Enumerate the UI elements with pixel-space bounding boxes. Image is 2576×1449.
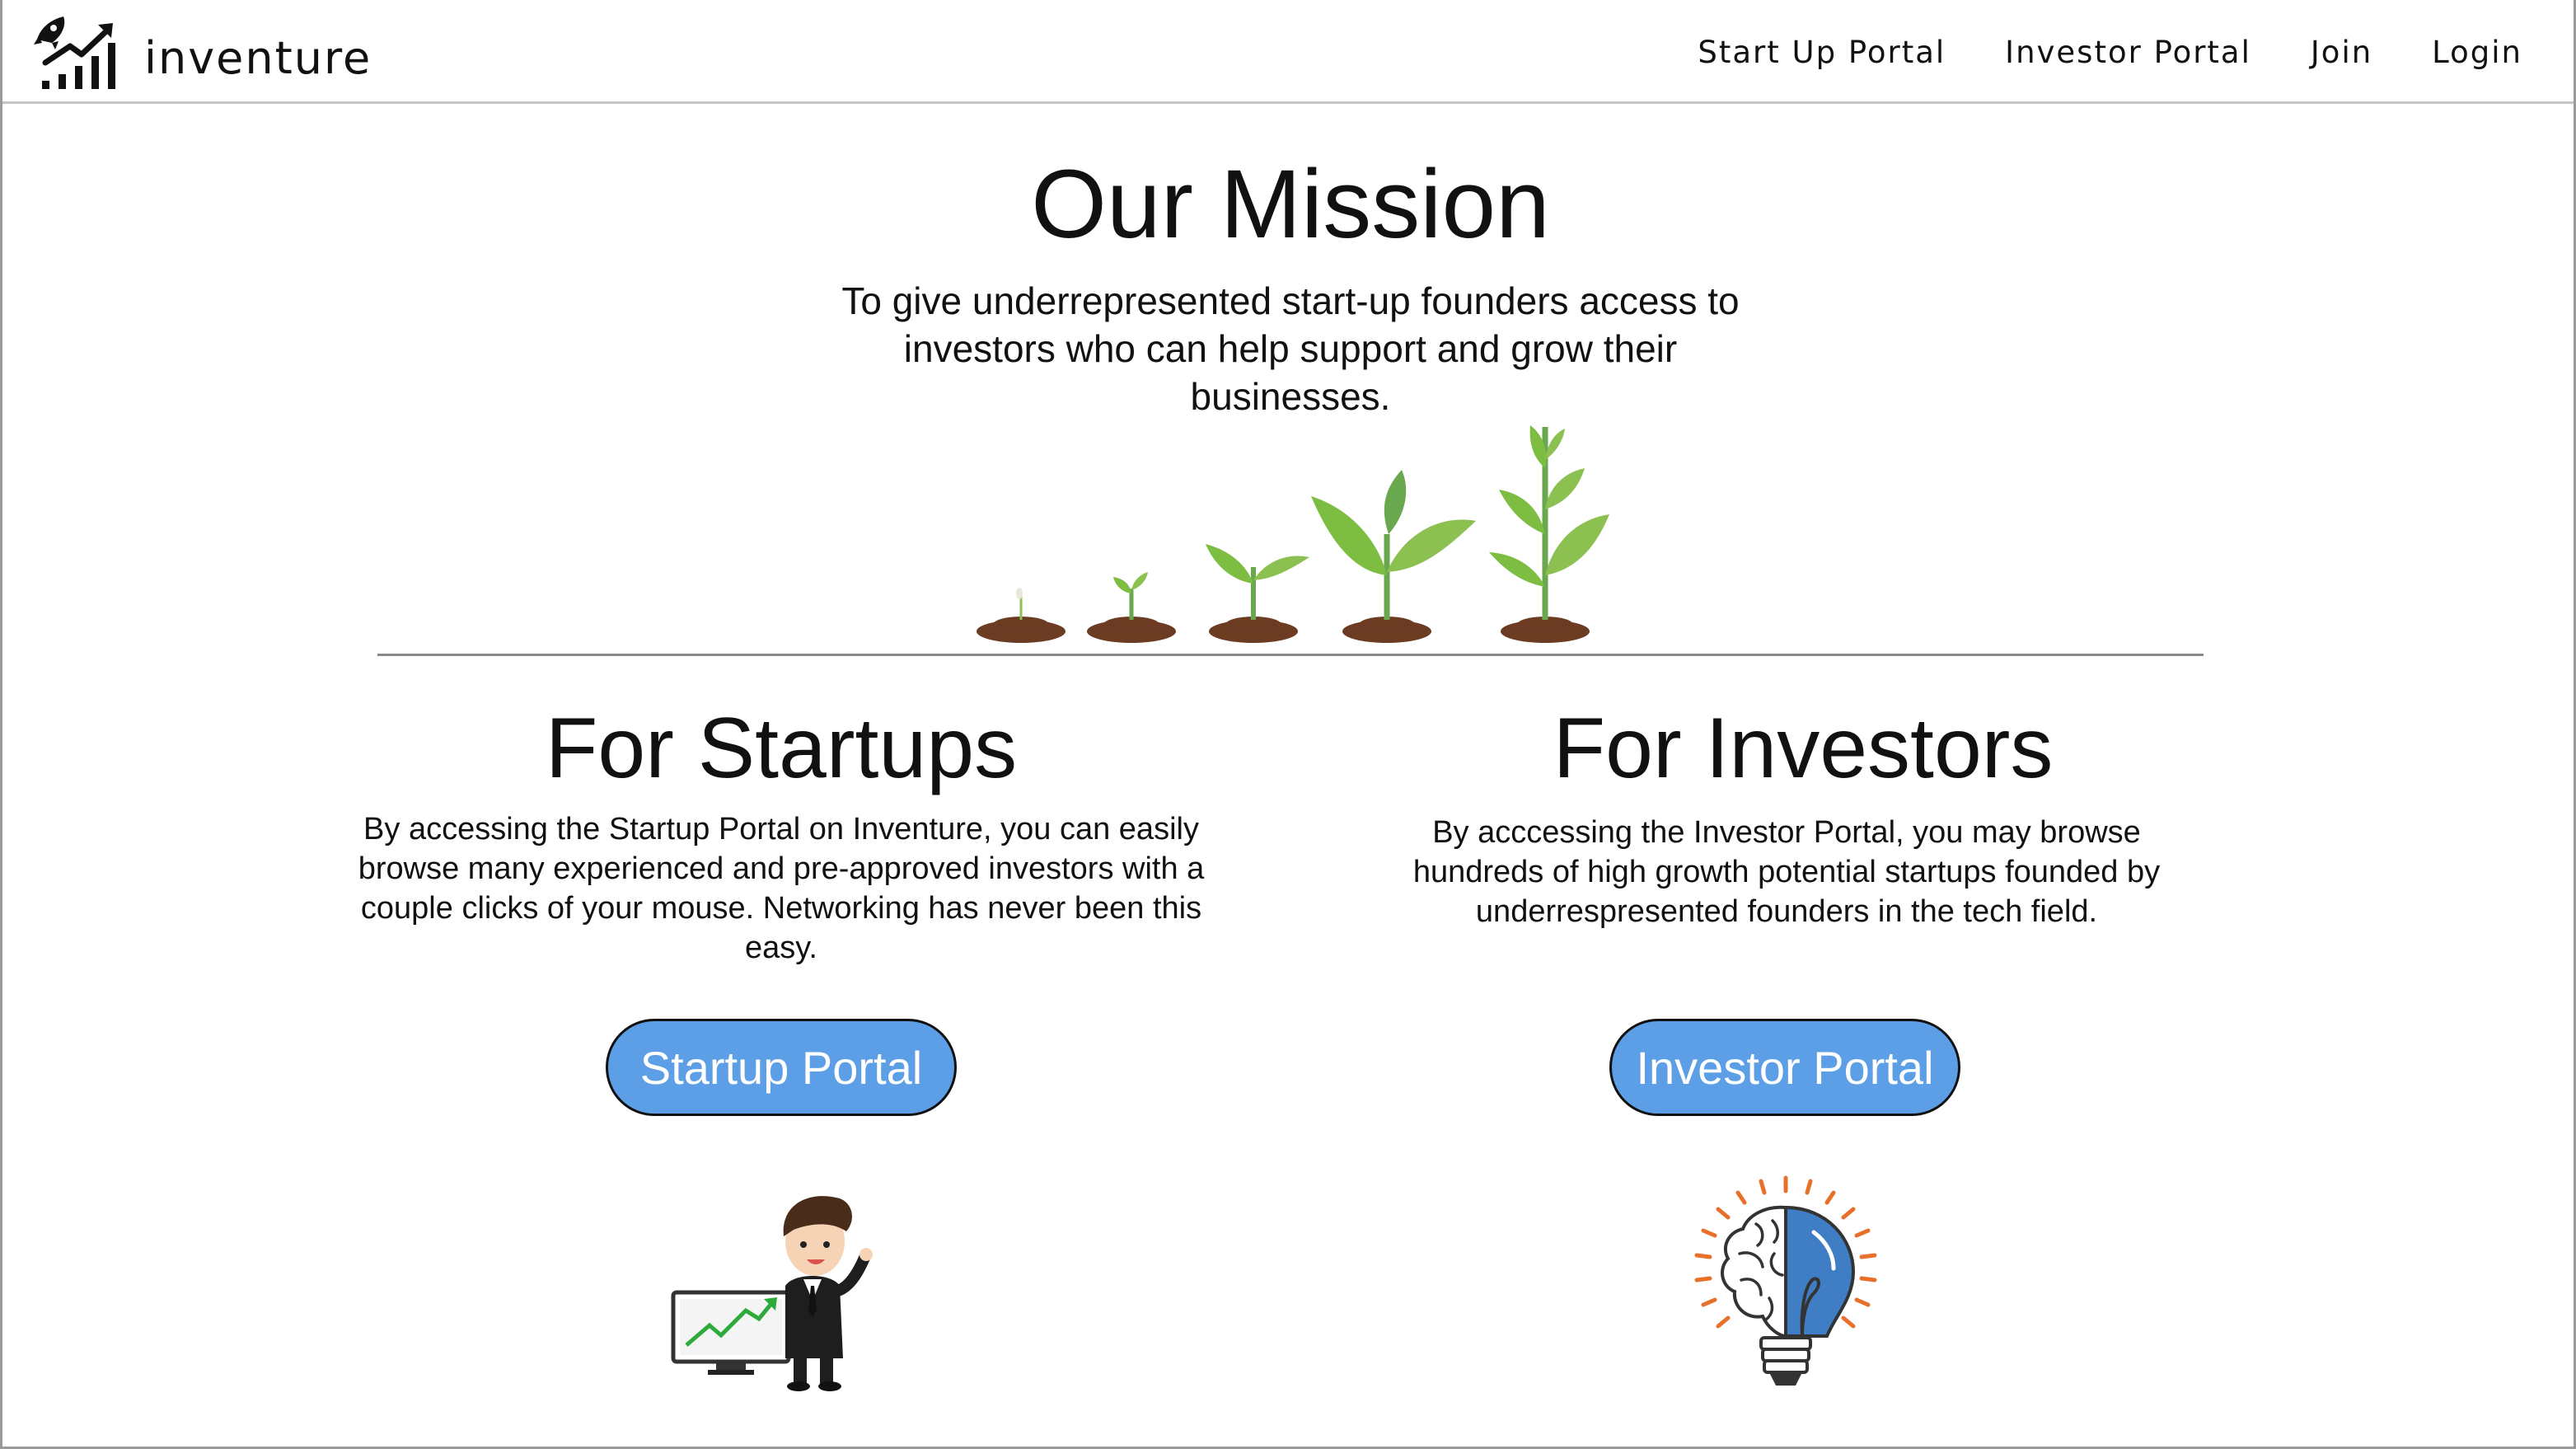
top-navbar: inventure Start Up Portal Investor Porta… — [2, 0, 2574, 104]
startups-title: For Startups — [545, 701, 1018, 796]
plant-growth-illustration — [977, 425, 1609, 643]
nav-link-login[interactable]: Login — [2432, 35, 2522, 70]
startup-portal-button[interactable]: Startup Portal — [606, 1019, 957, 1116]
investors-description: By acccessing the Investor Portal, you m… — [1412, 815, 2161, 929]
nav-links: Start Up Portal Investor Portal Join Log… — [1638, 0, 2522, 104]
investor-portal-button[interactable]: Investor Portal — [1609, 1019, 1960, 1116]
mission-title: Our Mission — [1031, 150, 1550, 259]
nav-link-startup-portal[interactable]: Start Up Portal — [1698, 35, 1946, 70]
brand-name: inventure — [144, 31, 372, 84]
mission-text: To give underrepresented start-up founde… — [841, 279, 1740, 418]
nav-link-investor-portal[interactable]: Investor Portal — [2005, 35, 2251, 70]
brain-lightbulb-icon — [1694, 1175, 1877, 1386]
startups-description: By accessing the Startup Portal on Inven… — [358, 812, 1205, 965]
investors-title: For Investors — [1553, 701, 2054, 796]
nav-link-join[interactable]: Join — [2311, 35, 2372, 70]
rocket-chart-logo-icon — [34, 16, 115, 89]
section-divider — [377, 654, 2204, 656]
brand-link[interactable]: inventure — [34, 12, 372, 94]
businessman-chart-illustration — [671, 1196, 873, 1391]
